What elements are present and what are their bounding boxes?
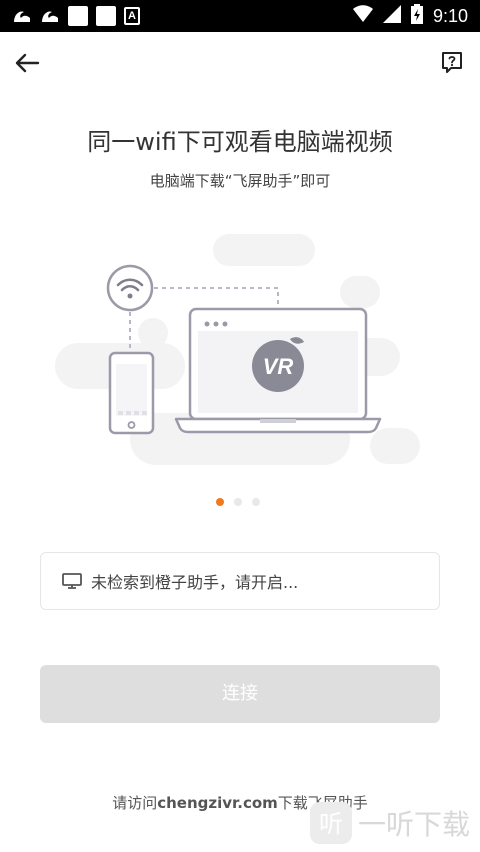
monitor-icon	[62, 573, 82, 589]
back-button[interactable]	[12, 48, 42, 78]
notification-box-icon	[96, 6, 116, 26]
uc-browser-icon	[12, 6, 32, 26]
page-dot	[234, 498, 242, 506]
page-dot	[216, 498, 224, 506]
help-bubble-icon	[442, 52, 462, 73]
wifi-icon	[352, 5, 373, 27]
page-subtitle: 电脑端下载“飞屏助手”即可	[149, 172, 331, 190]
help-button[interactable]	[440, 50, 464, 74]
page-indicator	[216, 498, 260, 506]
top-bar	[0, 40, 480, 84]
status-bar-notifications: A	[12, 6, 140, 26]
connection-illustration: VR	[55, 234, 420, 465]
page-title: 同一wifi下可观看电脑端视频	[87, 128, 393, 156]
watermark: 听 一听下载	[309, 802, 470, 844]
watermark-text: 一听下载	[357, 808, 470, 841]
search-status-text: 未检索到橙子助手，请开启...	[91, 573, 299, 592]
connect-button[interactable]: 连接	[40, 665, 440, 723]
arrow-left-icon	[15, 53, 40, 73]
status-bar-system: 9:10	[352, 4, 468, 28]
notification-box-icon	[68, 6, 88, 26]
device-search-status[interactable]: 未检索到橙子助手，请开启...	[40, 552, 440, 610]
page-dot	[252, 498, 260, 506]
svg-text:听: 听	[319, 810, 343, 838]
uc-browser-icon	[40, 6, 60, 26]
laptop-icon: VR	[174, 307, 382, 434]
wifi-icon	[106, 264, 154, 312]
battery-icon	[410, 4, 423, 28]
status-time: 9:10	[432, 5, 468, 26]
vr-logo-text: VR	[263, 354, 294, 379]
footer-domain[interactable]: chengzivr.com	[157, 794, 278, 812]
footer-prefix: 请访问	[112, 794, 158, 812]
signal-icon	[382, 5, 401, 27]
a-icon: A	[124, 7, 140, 25]
phone-icon	[108, 351, 155, 435]
status-bar: A 9:10	[0, 0, 480, 32]
watermark-logo-icon: 听	[309, 802, 352, 844]
